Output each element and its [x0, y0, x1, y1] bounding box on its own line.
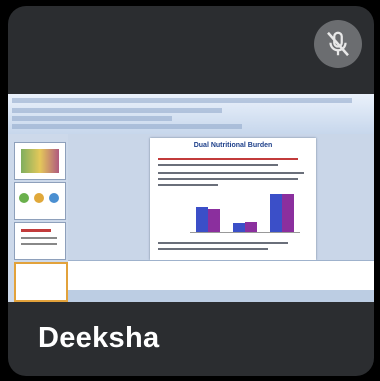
slide-bullet	[158, 164, 278, 166]
slide-thumbnail-panel	[8, 134, 69, 302]
slide-bullet	[158, 242, 288, 244]
slide-thumbnail-selected[interactable]	[14, 262, 68, 302]
slide-bar-chart	[190, 192, 300, 233]
chart-bar	[281, 194, 294, 232]
slide-bullet	[158, 184, 218, 186]
mic-off-icon	[327, 31, 349, 57]
app-ribbon	[8, 94, 374, 135]
participant-tile[interactable]: Dual Nutritional Burden Deeksha	[8, 6, 374, 376]
slide-bullet	[158, 178, 298, 180]
slide-bullet	[158, 172, 304, 174]
slide-bullet	[158, 158, 298, 160]
slide-bullet	[158, 248, 268, 250]
slide-thumbnail[interactable]	[14, 142, 66, 180]
chart-bar	[208, 209, 221, 232]
chart-bar	[233, 222, 245, 232]
mic-off-indicator	[314, 20, 362, 68]
notes-pane[interactable]	[68, 260, 374, 291]
chart-bar	[245, 221, 257, 232]
status-bar	[68, 290, 374, 302]
chart-bar	[196, 206, 209, 232]
slide-thumbnail[interactable]	[14, 182, 66, 220]
current-slide: Dual Nutritional Burden	[150, 138, 316, 260]
slide-thumbnail[interactable]	[14, 222, 66, 260]
participant-name: Deeksha	[38, 322, 160, 354]
shared-screen: Dual Nutritional Burden	[8, 94, 374, 302]
chart-bar	[269, 194, 282, 232]
slide-title: Dual Nutritional Burden	[193, 142, 273, 149]
slide-editor: Dual Nutritional Burden	[68, 134, 374, 302]
